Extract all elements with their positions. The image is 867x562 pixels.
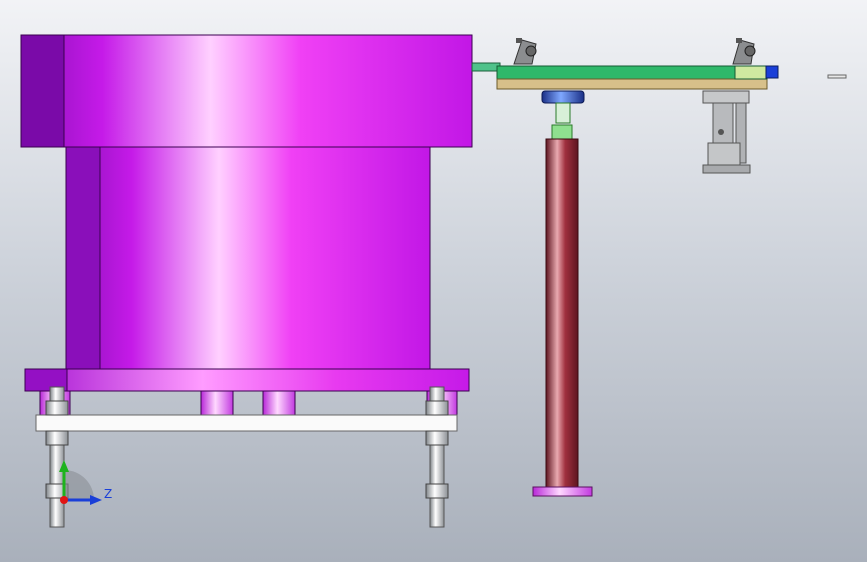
column-adjuster xyxy=(555,102,571,124)
end-bracket[interactable] xyxy=(702,90,751,174)
track-end-cap xyxy=(765,65,779,79)
track-base-plate[interactable] xyxy=(496,78,768,90)
left-lower-nut xyxy=(45,430,69,446)
bowl-base-plate[interactable] xyxy=(24,368,470,392)
column-foot-plate[interactable] xyxy=(532,486,593,497)
right-upper-nut xyxy=(425,400,449,416)
bowl-body-side xyxy=(65,146,101,370)
left-upper-nut xyxy=(45,400,69,416)
column-top-disc xyxy=(541,90,585,104)
stray-part xyxy=(827,74,847,79)
axis-z-arrow xyxy=(90,495,102,505)
spring-foot-2[interactable] xyxy=(262,390,296,416)
right-lower-nut xyxy=(425,430,449,446)
cad-viewport[interactable]: Z xyxy=(0,0,867,562)
right-foot-nut xyxy=(425,483,449,499)
bowl-body[interactable] xyxy=(65,146,431,370)
column-nut xyxy=(551,124,573,140)
clamp-right[interactable] xyxy=(732,38,756,65)
axis-z-label: Z xyxy=(104,487,112,501)
bowl-top-rim[interactable] xyxy=(20,34,473,148)
support-plate[interactable] xyxy=(35,414,458,432)
column-pipe[interactable] xyxy=(545,138,579,488)
column-support[interactable] xyxy=(532,90,593,497)
bowl-assembly[interactable] xyxy=(20,34,473,416)
clamp-left[interactable] xyxy=(513,38,537,65)
linear-feeder[interactable] xyxy=(471,38,847,90)
bowl-rim-side xyxy=(20,34,65,148)
track-end-block xyxy=(734,65,768,80)
track-connector[interactable] xyxy=(471,62,501,72)
axis-x-dot xyxy=(60,496,68,504)
spring-foot-1[interactable] xyxy=(200,390,234,416)
coordinate-triad: Z xyxy=(59,460,112,505)
stand-assembly[interactable] xyxy=(35,386,458,528)
model-scene[interactable]: Z xyxy=(0,0,867,562)
feeder-track[interactable] xyxy=(496,65,768,80)
